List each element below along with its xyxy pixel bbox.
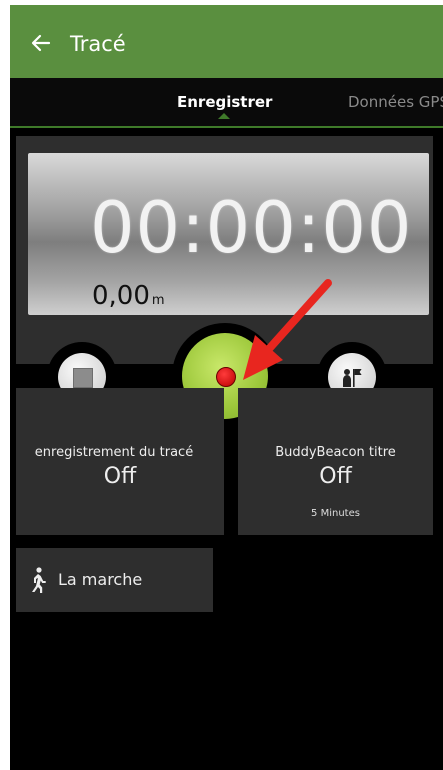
elapsed-time: 00:00:00 <box>90 187 413 269</box>
buddybeacon-card[interactable]: BuddyBeacon titre Off 5 Minutes <box>238 388 433 535</box>
tab-enregistrer[interactable]: Enregistrer <box>177 93 272 111</box>
distance-readout: 0,00 m <box>92 281 165 311</box>
activity-label: La marche <box>58 570 143 589</box>
page-title: Tracé <box>70 32 126 56</box>
activity-selector[interactable]: La marche <box>16 548 213 612</box>
stop-icon <box>73 368 93 388</box>
track-recording-label: enregistrement du tracé <box>34 445 194 460</box>
app-bar: Tracé <box>10 5 443 78</box>
tab-bar: Enregistrer Données GPS <box>10 78 443 128</box>
distance-value: 0,00 <box>92 281 150 311</box>
buddybeacon-label: BuddyBeacon titre <box>275 445 396 460</box>
distance-unit: m <box>151 293 165 308</box>
back-arrow-icon[interactable] <box>29 31 53 55</box>
walk-icon <box>32 567 46 593</box>
buddybeacon-interval: 5 Minutes <box>311 508 360 519</box>
track-recording-value: Off <box>103 464 137 489</box>
track-recording-card[interactable]: enregistrement du tracé Off <box>16 388 224 535</box>
record-icon <box>216 367 236 387</box>
tab-donnees-gps[interactable]: Données GPS <box>348 93 443 111</box>
buddy-flag-icon <box>343 369 362 387</box>
buddybeacon-value: Off <box>319 464 352 489</box>
active-tab-indicator <box>218 113 230 119</box>
